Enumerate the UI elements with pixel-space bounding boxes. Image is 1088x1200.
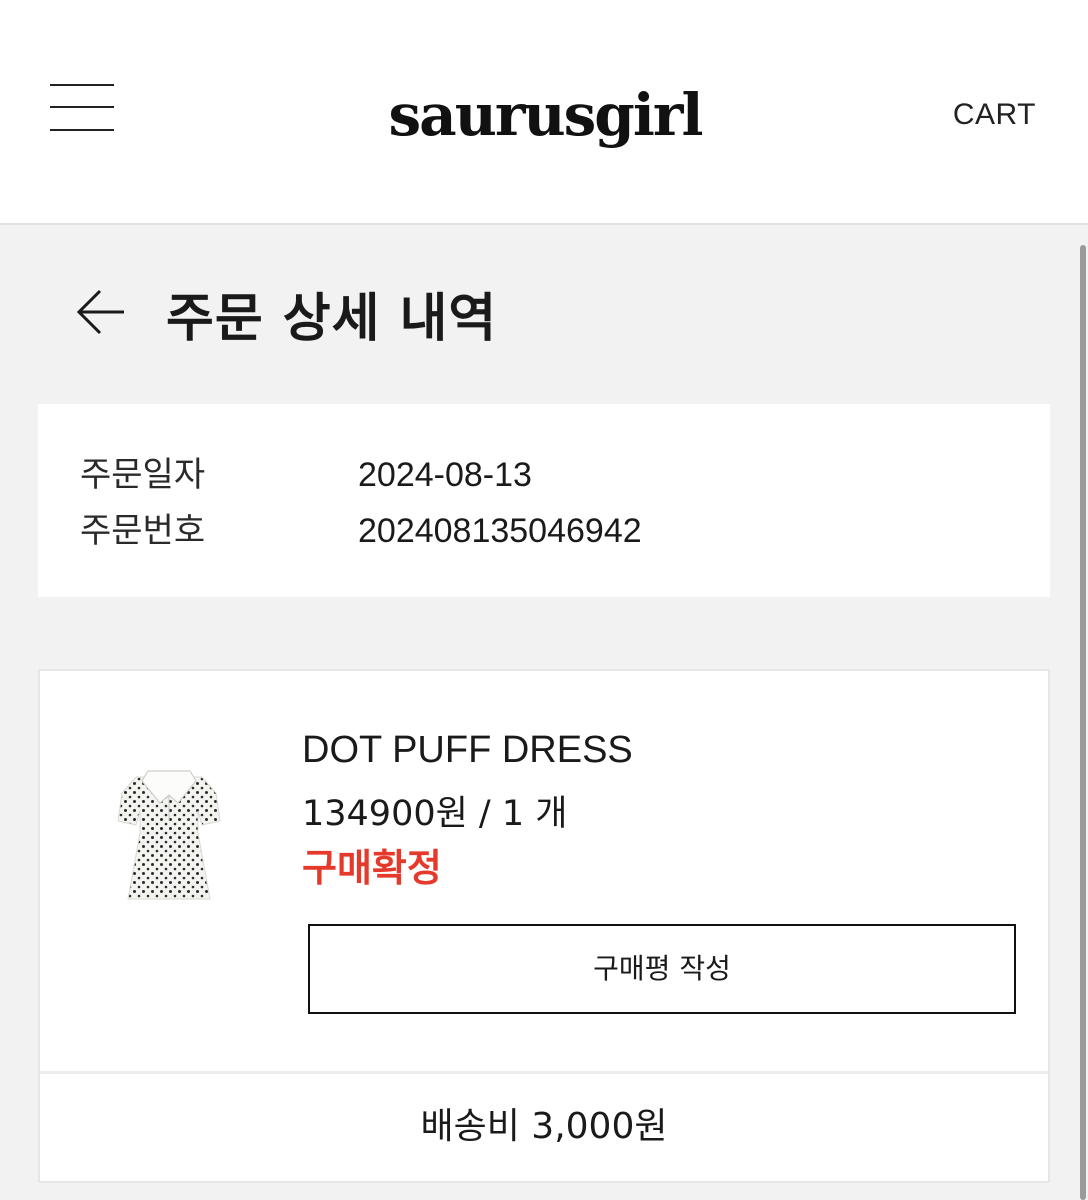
product-price-quantity: 134900원 / 1 개 xyxy=(302,794,568,834)
menu-line xyxy=(50,106,114,108)
hamburger-menu-icon[interactable] xyxy=(50,82,114,134)
menu-line xyxy=(50,129,114,131)
shipping-fee: 배송비 3,000원 xyxy=(420,1106,668,1147)
order-item-card: DOT PUFF DRESS 134900원 / 1 개 구매확정 구매평 작성… xyxy=(38,669,1050,1183)
cart-link[interactable]: CART xyxy=(953,98,1036,132)
product-name[interactable]: DOT PUFF DRESS xyxy=(302,729,633,772)
arrow-left-icon[interactable] xyxy=(74,284,130,340)
order-date-value: 2024-08-13 xyxy=(358,456,532,494)
brand-logo[interactable]: saurusgirl xyxy=(380,70,710,160)
dress-thumbnail[interactable] xyxy=(114,763,224,903)
divider xyxy=(40,1071,1048,1074)
scrollbar[interactable] xyxy=(1080,245,1086,1200)
page-title-row: 주문 상세 내역 xyxy=(0,262,1088,362)
order-number-value: 202408135046942 xyxy=(358,512,642,550)
order-date-label: 주문일자 xyxy=(80,455,206,495)
write-review-button[interactable]: 구매평 작성 xyxy=(308,924,1016,1014)
header: saurusgirl CART xyxy=(0,0,1088,225)
menu-line xyxy=(50,84,114,86)
order-number-label: 주문번호 xyxy=(80,511,206,551)
order-status-badge: 구매확정 xyxy=(302,846,442,890)
order-info-card: 주문일자 2024-08-13 주문번호 202408135046942 xyxy=(38,404,1050,597)
page-title: 주문 상세 내역 xyxy=(166,289,498,349)
